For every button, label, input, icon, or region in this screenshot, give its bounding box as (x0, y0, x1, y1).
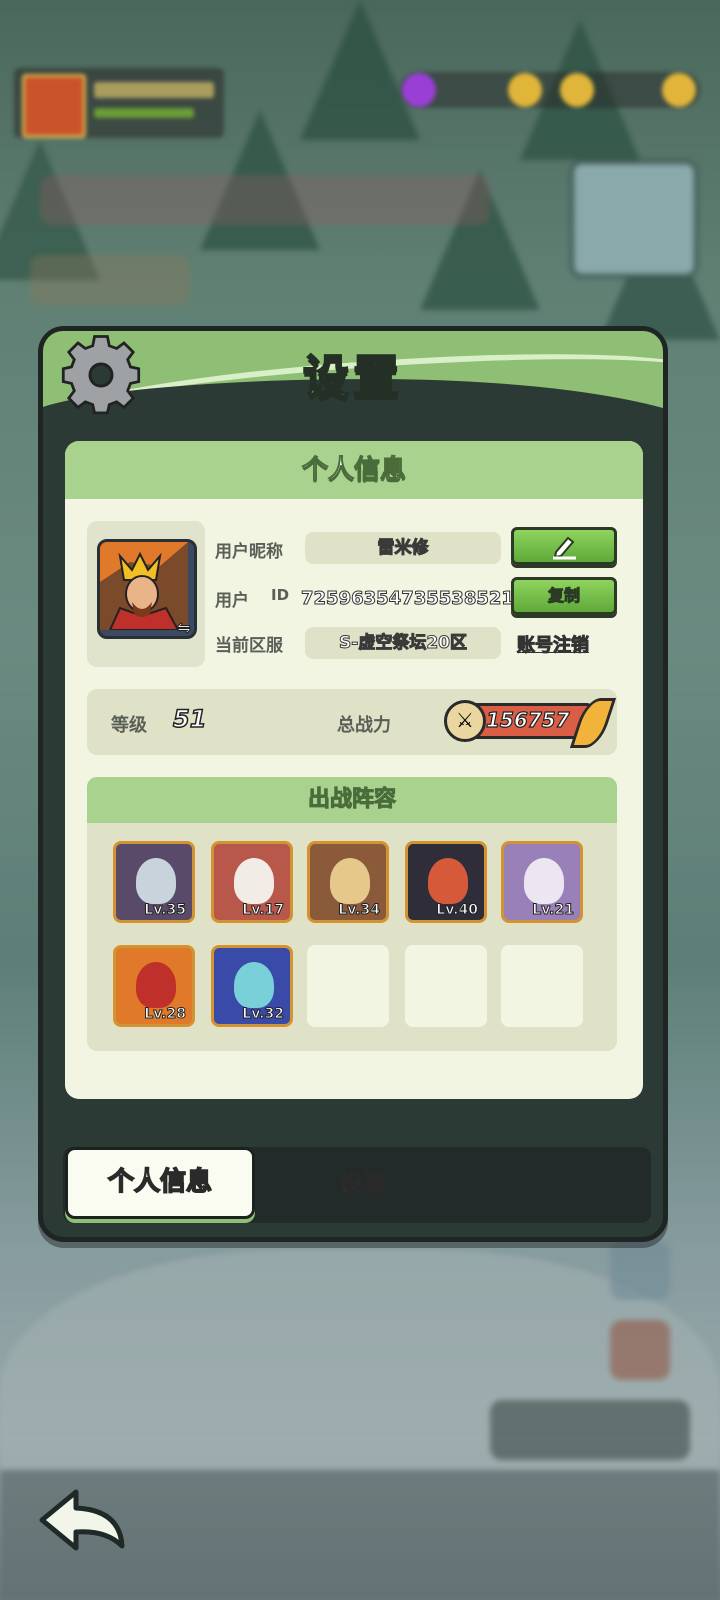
back-arrow-icon (39, 1489, 125, 1551)
hero-slot-6[interactable]: Lv.28 (113, 945, 195, 1027)
hero-level: Lv.35 (144, 902, 187, 919)
empty-slot[interactable] (307, 945, 389, 1027)
copy-button[interactable]: 复制 (511, 577, 617, 615)
hero-slot-3[interactable]: Lv.34 (307, 841, 389, 923)
flame-icon (569, 698, 617, 748)
hud-player-info (14, 68, 224, 138)
hero-slot-2[interactable]: Lv.17 (211, 841, 293, 923)
hero-level: Lv.28 (144, 1006, 187, 1023)
hero-level: Lv.32 (242, 1006, 285, 1023)
hero-level: Lv.17 (242, 902, 285, 919)
hero-level: Lv.21 (532, 902, 575, 919)
level-value: 51 (172, 704, 207, 734)
section-title: 个人信息 (65, 441, 643, 499)
sword-icon: ⚔ (444, 700, 486, 742)
personal-info-card: 个人信息 ⇋ 用户昵称 雷米修 用户 ID 72596354735538521 … (65, 441, 643, 1099)
nickname-label: 用户昵称 (215, 542, 283, 562)
user-label: 用户 (215, 591, 249, 611)
id-label: ID (271, 586, 290, 604)
settings-dialog: 设置 个人信息 ⇋ 用户昵称 雷米修 用户 ID 725963547355385… (38, 326, 668, 1242)
dialog-tabs: 个人信息 设置 (63, 1147, 651, 1223)
edit-icon (553, 536, 576, 560)
cancel-account-link[interactable]: 账号注销 (517, 631, 590, 657)
hero-slot-4[interactable]: Lv.40 (405, 841, 487, 923)
power-badge: ⚔ 156757 (444, 698, 617, 748)
hero-slot-1[interactable]: Lv.35 (113, 841, 195, 923)
back-button[interactable] (36, 1486, 132, 1556)
avatar-container[interactable]: ⇋ (87, 521, 205, 667)
hero-level: Lv.40 (436, 902, 479, 919)
tab-settings[interactable]: 设置 (273, 1147, 453, 1219)
power-label: 总战力 (337, 715, 391, 736)
hud-resources (400, 72, 700, 108)
dialog-title: 设置 (302, 349, 403, 405)
power-value: 156757 (485, 707, 570, 732)
stats-row: 等级 51 总战力 ⚔ 156757 (87, 689, 617, 755)
server-value: S-虚空祭坛20区 (305, 627, 501, 659)
hero-slot-7[interactable]: Lv.32 (211, 945, 293, 1027)
dialog-header: 设置 (43, 331, 663, 429)
hero-level: Lv.34 (338, 902, 381, 919)
empty-slot[interactable] (405, 945, 487, 1027)
user-id-value: 72596354735538521 (301, 588, 515, 610)
battle-lineup: 出战阵容 Lv.35 Lv.17 Lv.34 Lv.40 Lv.21 Lv.28… (87, 777, 617, 1051)
empty-slot[interactable] (501, 945, 583, 1027)
hero-slot-5[interactable]: Lv.21 (501, 841, 583, 923)
swap-icon[interactable]: ⇋ (173, 617, 195, 639)
lineup-title: 出战阵容 (87, 777, 617, 823)
edit-nickname-button[interactable] (511, 527, 617, 565)
nickname-value: 雷米修 (305, 532, 501, 564)
tab-personal-info[interactable]: 个人信息 (65, 1147, 255, 1219)
server-label: 当前区服 (215, 636, 283, 656)
level-label: 等级 (111, 715, 147, 736)
